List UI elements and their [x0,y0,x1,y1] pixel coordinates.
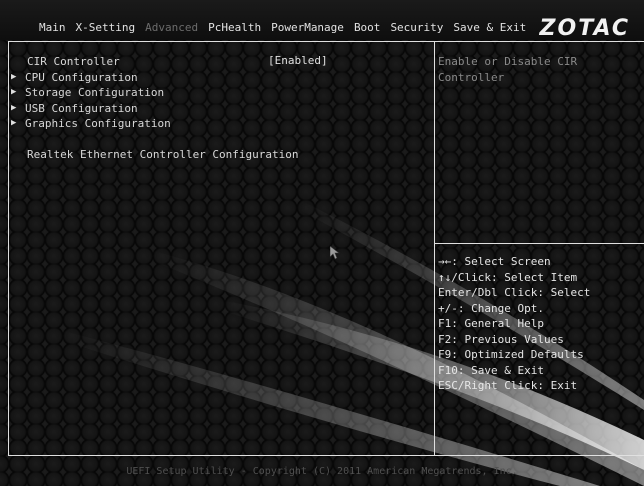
key-hint-enter-select: Enter/Dbl Click: Select [438,286,591,299]
mouse-cursor-icon [330,246,340,260]
tab-pchealth[interactable]: PcHealth [203,21,266,39]
tab-powermanage[interactable]: PowerManage [266,21,349,39]
submenu-label: USB Configuration [25,101,138,115]
submenu-label: CPU Configuration [25,70,138,84]
zotac-logo: ZOTAC [539,16,630,41]
menu-bar: Main X-Setting Advanced PcHealth PowerMa… [34,21,531,39]
key-hint-previous-values: F2: Previous Values [438,332,564,346]
submenu-label: Storage Configuration [25,86,165,99]
submenu-arrow-icon: ▶ [11,102,17,113]
tab-advanced[interactable]: Advanced [140,21,203,39]
key-legend: →←: Select Screen ↑↓/Click: Select Item … [438,254,590,394]
key-hint-save-exit: F10: Save & Exit [438,363,544,377]
submenu-arrow-icon: ▶ [11,87,17,97]
tab-boot[interactable]: Boot [349,21,386,39]
tab-x-setting[interactable]: X-Setting [71,21,141,39]
key-hint-change-opt: +/-: Change Opt. [438,301,544,315]
item-help-text: Enable or Disable CIR Controller [438,55,578,84]
tab-save-exit[interactable]: Save & Exit [448,21,531,39]
submenu-label: Graphics Configuration [25,117,171,130]
key-hint-optimized-defaults: F9: Optimized Defaults [438,348,584,361]
tab-security[interactable]: Security [385,21,448,39]
vertical-divider [434,41,435,456]
tab-main[interactable]: Main [34,21,71,39]
key-hint-select-item: ↑↓/Click: Select Item [438,270,578,284]
realtek-ethernet-label: Realtek Ethernet Controller Configuratio… [27,148,299,161]
submenu-arrow-icon: ▶ [11,118,17,128]
cir-controller-value[interactable]: [Enabled] [268,54,328,67]
key-hint-exit: ESC/Right Click: Exit [438,379,578,392]
horizontal-divider [435,243,644,244]
key-hint-general-help: F1: General Help [438,317,544,330]
copyright-footer: UEFI Setup Utility - Copyright (C) 2011 … [126,466,518,477]
cir-controller-label: CIR Controller [27,55,120,68]
key-hint-select-screen: →←: Select Screen [438,255,551,268]
submenu-arrow-icon: ▶ [11,71,17,82]
